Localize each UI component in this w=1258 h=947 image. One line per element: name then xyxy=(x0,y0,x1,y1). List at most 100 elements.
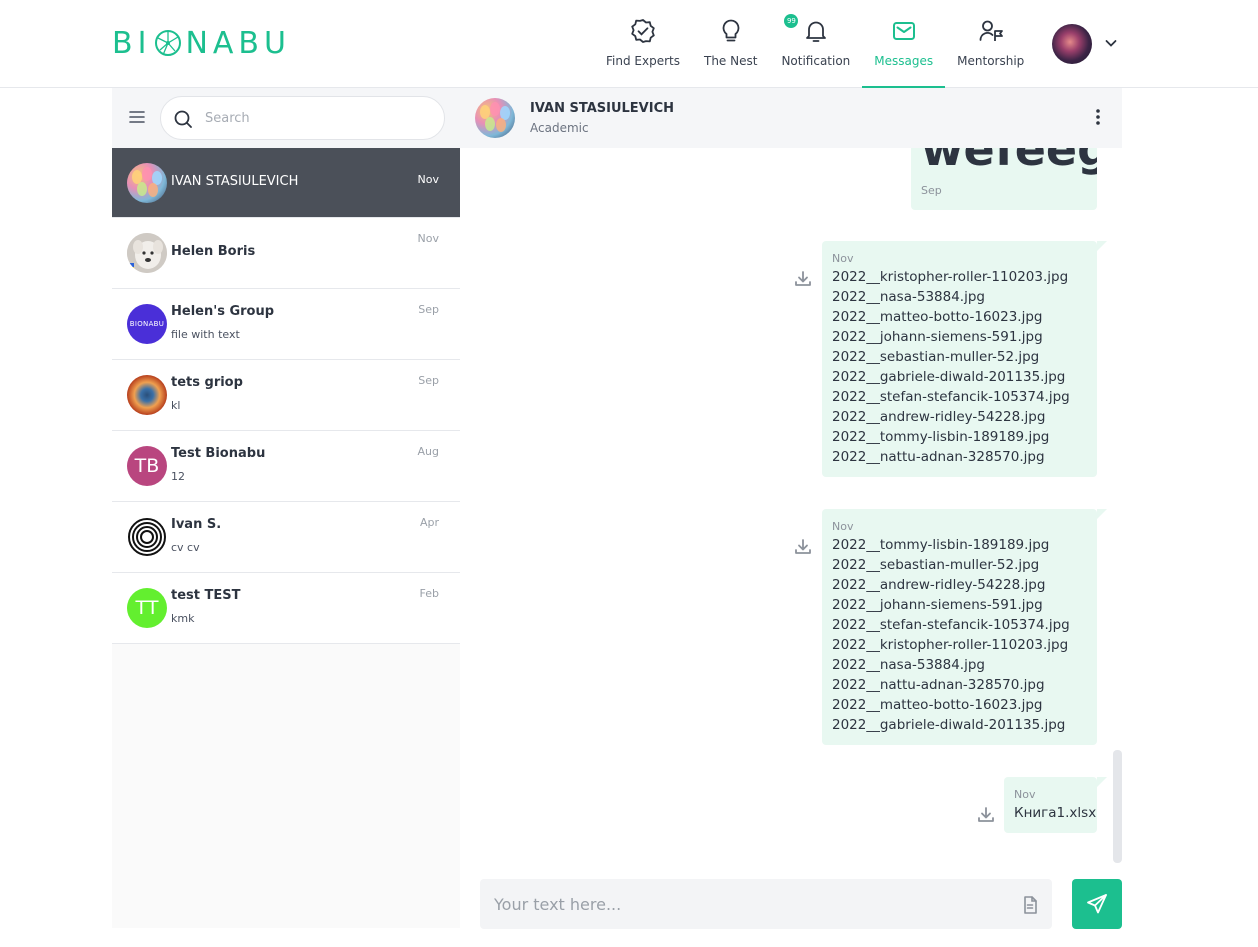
conversation-preview: file with text xyxy=(171,328,240,341)
file-name[interactable]: 2022__nasa-53884.jpg xyxy=(832,655,1087,675)
conversation-item[interactable]: BIONABU Helen's Group file with text Sep xyxy=(112,289,460,360)
menu-lines-icon[interactable] xyxy=(128,108,146,126)
conversation-name: tets griop xyxy=(171,375,243,390)
file-message-bubble: Nov 2022__kristopher-roller-110203.jpg 2… xyxy=(822,241,1107,477)
file-name[interactable]: Книга1.xlsx xyxy=(1014,803,1096,823)
message-composer xyxy=(480,879,1052,929)
file-name[interactable]: 2022__sebastian-muller-52.jpg xyxy=(832,347,1087,367)
bell-icon xyxy=(805,21,826,42)
conversation-date: Nov xyxy=(417,232,439,245)
avatar-initials: TT xyxy=(135,597,159,619)
avatar-initials: TB xyxy=(134,455,160,477)
user-avatar[interactable] xyxy=(1052,24,1092,64)
file-name[interactable]: 2022__nasa-53884.jpg xyxy=(832,287,1087,307)
conversation-item[interactable]: TT test TEST kmk Feb xyxy=(112,573,460,644)
attach-document-icon[interactable] xyxy=(1020,895,1040,915)
file-name[interactable]: 2022__johann-siemens-591.jpg xyxy=(832,595,1087,615)
file-name[interactable]: 2022__johann-siemens-591.jpg xyxy=(832,327,1087,347)
contact-name: IVAN STASIULEVICH xyxy=(530,101,675,116)
notification-badge: 99 xyxy=(784,14,799,28)
message-date: Nov xyxy=(1014,788,1036,801)
download-icon[interactable] xyxy=(976,805,996,825)
message-date: Sep xyxy=(921,184,942,197)
conversation-name: IVAN STASIULEVICH xyxy=(171,174,299,189)
conversation-preview: kl xyxy=(171,399,181,412)
file-message-bubble: Nov 2022__tommy-lisbin-189189.jpg 2022__… xyxy=(822,509,1107,745)
file-name[interactable]: 2022__matteo-botto-16023.jpg xyxy=(832,307,1087,327)
conversation-date: Nov xyxy=(417,173,439,186)
concentric-circles-image xyxy=(128,518,166,556)
search-input[interactable] xyxy=(205,97,425,139)
file-name[interactable]: 2022__stefan-stefancik-105374.jpg xyxy=(832,387,1087,407)
search-icon xyxy=(174,110,192,128)
message-date: Nov xyxy=(832,520,854,533)
mentor-flag-icon xyxy=(979,20,1003,41)
conversation-date: Apr xyxy=(419,516,439,529)
chevron-down-icon[interactable] xyxy=(1104,36,1118,50)
download-icon[interactable] xyxy=(793,269,813,289)
logo-text-right: NABU xyxy=(185,25,291,61)
nav-notification[interactable]: 99 Notification xyxy=(769,14,862,88)
contact-role: Academic xyxy=(530,121,589,135)
nav-messages[interactable]: Messages xyxy=(862,18,946,88)
conversation-date: Aug xyxy=(417,445,439,458)
conversation-name: Helen Boris xyxy=(171,244,256,259)
file-name[interactable]: 2022__stefan-stefancik-105374.jpg xyxy=(832,615,1087,635)
file-name[interactable]: 2022__andrew-ridley-54228.jpg xyxy=(832,575,1087,595)
file-name[interactable]: 2022__tommy-lisbin-189189.jpg xyxy=(832,535,1087,555)
file-name[interactable]: 2022__gabriele-diwald-201135.jpg xyxy=(832,367,1087,387)
file-name[interactable]: 2022__matteo-botto-16023.jpg xyxy=(832,695,1087,715)
message-date: Nov xyxy=(832,252,854,265)
conversation-item[interactable]: TB Test Bionabu 12 Aug xyxy=(112,431,460,502)
nav-label: Find Experts xyxy=(606,54,680,68)
nav-label: Notification xyxy=(781,54,851,68)
chat-panel: IVAN STASIULEVICH Academic wefeeg Sep No… xyxy=(460,88,1122,947)
avatar: TB xyxy=(127,446,167,486)
conversation-name: Helen's Group xyxy=(171,304,275,319)
bionabu-logo[interactable]: BI NABU xyxy=(112,25,291,61)
nav-mentorship[interactable]: Mentorship xyxy=(945,18,1036,88)
conversation-date: Sep xyxy=(418,374,439,387)
avatar: TT xyxy=(127,588,167,628)
nav-label: Messages xyxy=(874,54,934,68)
conversation-item[interactable]: Helen Boris Nov xyxy=(112,218,460,289)
main-nav: Find Experts The Nest 99 Notification Me… xyxy=(594,14,1036,88)
nav-find-experts[interactable]: Find Experts xyxy=(594,18,692,88)
top-navbar: BI NABU Find Experts The Nest 99 Notific… xyxy=(0,0,1258,88)
conversation-preview: 12 xyxy=(171,470,185,483)
contact-avatar[interactable] xyxy=(475,98,515,138)
chat-header: IVAN STASIULEVICH Academic xyxy=(460,88,1122,148)
avatar xyxy=(127,163,167,203)
nav-label: The Nest xyxy=(703,54,758,68)
globe-icon xyxy=(155,30,182,56)
conversation-name: Ivan S. xyxy=(171,517,222,532)
search-box xyxy=(160,96,445,140)
file-name[interactable]: 2022__tommy-lisbin-189189.jpg xyxy=(832,427,1087,447)
file-name[interactable]: 2022__andrew-ridley-54228.jpg xyxy=(832,407,1087,427)
envelope-icon xyxy=(892,22,915,40)
scrollbar-thumb[interactable] xyxy=(1113,750,1122,863)
conversation-date: Feb xyxy=(419,587,439,600)
file-message-bubble: Nov Книга1.xlsx xyxy=(1004,777,1107,833)
file-name[interactable]: 2022__sebastian-muller-52.jpg xyxy=(832,555,1087,575)
nav-the-nest[interactable]: The Nest xyxy=(692,18,769,88)
conversation-preview: cv cv xyxy=(171,541,200,554)
message-input[interactable] xyxy=(494,879,994,929)
avatar xyxy=(127,233,167,273)
avatar xyxy=(127,375,167,415)
conversation-item[interactable]: tets griop kl Sep xyxy=(112,360,460,431)
conversation-item[interactable]: IVAN STASIULEVICH Nov xyxy=(112,148,460,218)
send-button[interactable] xyxy=(1072,879,1122,929)
file-name[interactable]: 2022__nattu-adnan-328570.jpg xyxy=(832,675,1087,695)
avatar xyxy=(127,517,167,557)
file-name[interactable]: 2022__nattu-adnan-328570.jpg xyxy=(832,447,1087,467)
file-name[interactable]: 2022__kristopher-roller-110203.jpg xyxy=(832,267,1087,287)
file-name[interactable]: 2022__gabriele-diwald-201135.jpg xyxy=(832,715,1087,735)
conversation-date: Sep xyxy=(418,303,439,316)
more-options-icon[interactable] xyxy=(1088,107,1108,127)
file-name[interactable]: 2022__kristopher-roller-110203.jpg xyxy=(832,635,1087,655)
conversation-item[interactable]: Ivan S. cv cv Apr xyxy=(112,502,460,573)
verified-check-icon xyxy=(631,19,655,43)
conversation-preview: kmk xyxy=(171,612,195,625)
download-icon[interactable] xyxy=(793,537,813,557)
